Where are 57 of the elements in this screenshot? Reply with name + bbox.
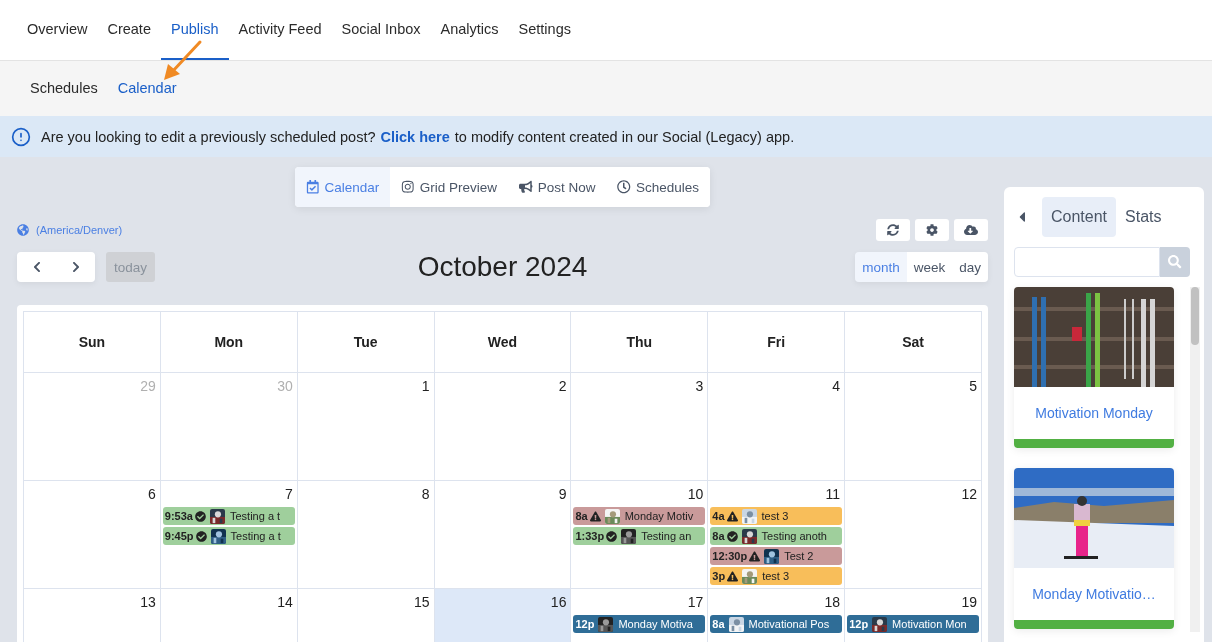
nav-tab[interactable]: Overview: [17, 0, 98, 60]
view-tab[interactable]: Calendar: [295, 167, 391, 207]
nav-tab[interactable]: Create: [97, 0, 161, 60]
calendar-event[interactable]: 8a Monday Motiv: [573, 507, 706, 525]
sub-nav-tab[interactable]: Schedules: [20, 61, 108, 116]
calendar-event[interactable]: 9:53a Testing a t: [162, 507, 295, 525]
calendar-event[interactable]: 1:33p Testing an: [573, 527, 706, 545]
day-number: 19: [961, 594, 977, 610]
day-number: 11: [825, 486, 841, 502]
calendar-event[interactable]: 3p test 3: [710, 567, 843, 585]
view-tab[interactable]: Grid Preview: [390, 167, 509, 207]
calendar-event[interactable]: 8a Motivational Pos: [710, 615, 843, 633]
calendar-event[interactable]: 8a Testing anoth: [710, 527, 843, 545]
day-number: 2: [558, 378, 567, 394]
day-number: 13: [140, 594, 156, 610]
calendar-event[interactable]: 12:30p Test 2: [710, 547, 843, 565]
day-number: 16: [550, 594, 567, 610]
nav-tab[interactable]: Settings: [508, 0, 581, 60]
day-number: 9: [558, 486, 567, 502]
view-tab[interactable]: Schedules: [606, 167, 710, 207]
sub-nav-tab[interactable]: Calendar: [107, 61, 187, 116]
day-number: 15: [414, 594, 430, 610]
timezone-label: (America/Denver): [17, 224, 123, 236]
view-button[interactable]: month: [855, 252, 907, 282]
day-number: 6: [148, 486, 156, 502]
content-card[interactable]: Monday Motivatio…: [1014, 468, 1174, 629]
view-button[interactable]: day: [952, 252, 988, 282]
calendar-event[interactable]: 9:45p Testing a t: [162, 527, 295, 545]
nav-tab[interactable]: Social Inbox: [331, 0, 431, 60]
nav-tab[interactable]: Activity Feed: [228, 0, 332, 60]
day-number: 8: [421, 486, 430, 502]
day-number: 10: [687, 486, 704, 502]
day-number: 7: [284, 486, 293, 502]
nav-tab[interactable]: Analytics: [430, 0, 509, 60]
card-title: Monday Motivatio…: [1031, 585, 1157, 604]
day-number: 3: [695, 378, 704, 394]
click-here-link[interactable]: Click here: [380, 128, 450, 145]
day-number: 30: [277, 378, 293, 394]
card-title: Motivation Monday: [1034, 404, 1154, 423]
calendar-event[interactable]: 12p Monday Motiva: [573, 615, 706, 633]
panel-tab[interactable]: Content: [1042, 197, 1117, 237]
day-number: 14: [277, 594, 293, 610]
panel-tab[interactable]: Stats: [1116, 197, 1171, 237]
banner-text: Are you looking to edit a previously scheduled post? Click here to modify content created in our Social (Legacy) app.: [41, 128, 795, 145]
day-number: 29: [140, 378, 156, 394]
view-tab[interactable]: Post Now: [508, 167, 607, 207]
view-button[interactable]: week: [906, 252, 953, 282]
day-number: 4: [832, 378, 841, 394]
calendar-event[interactable]: 4a test 3: [710, 507, 843, 525]
content-card[interactable]: Motivation Monday: [1014, 287, 1174, 448]
day-number: 18: [824, 594, 841, 610]
day-number: 12: [961, 486, 977, 502]
day-number: 1: [421, 378, 430, 394]
day-number: 5: [969, 378, 977, 394]
calendar-event[interactable]: 12p Motivation Mon: [847, 615, 979, 633]
day-number: 17: [687, 594, 704, 610]
month-title: October 2024: [417, 251, 588, 283]
